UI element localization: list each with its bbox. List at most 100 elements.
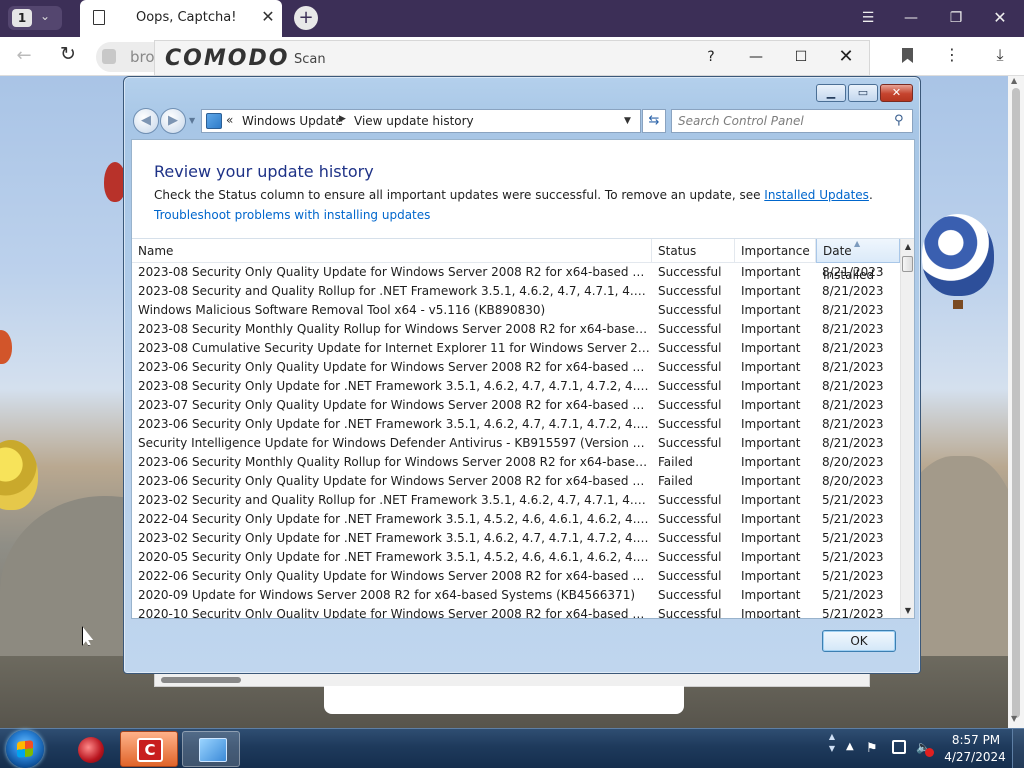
cell-name: 2020-09 Update for Windows Server 2008 R… [138, 588, 636, 602]
page-scrollbar[interactable]: ▲ ▼ [1008, 76, 1024, 728]
cell-name: 2023-02 Security Only Update for .NET Fr… [138, 531, 650, 545]
tab-counter-button[interactable]: 1 ⌄ [8, 6, 62, 30]
cell-name: Windows Malicious Software Removal Tool … [138, 303, 546, 317]
taskbar-control-panel-button[interactable] [182, 731, 240, 767]
browser-tab[interactable]: Oops, Captcha! ✕ [80, 0, 282, 37]
back-arrow-icon[interactable]: ← [12, 45, 36, 67]
breadcrumb-windows-update[interactable]: Windows Update [242, 114, 343, 128]
table-row[interactable]: 2023-06 Security Monthly Quality Rollup … [132, 453, 900, 472]
scroll-up-icon[interactable]: ▲ [901, 239, 914, 255]
search-icon[interactable]: ⚲ [894, 113, 910, 129]
comodo-icon: C [137, 738, 163, 762]
bookmark-icon[interactable] [902, 48, 913, 63]
table-row[interactable]: 2020-10 Security Only Quality Update for… [132, 605, 900, 618]
table-row[interactable]: Security Intelligence Update for Windows… [132, 434, 900, 453]
taskbar-scroll-arrows[interactable]: ▲ ▼ [826, 731, 838, 767]
table-row[interactable]: 2022-04 Security Only Update for .NET Fr… [132, 510, 900, 529]
cell-status: Successful [658, 531, 722, 545]
table-row[interactable]: 2023-06 Security Only Update for .NET Fr… [132, 415, 900, 434]
dialog-maximize-button[interactable]: ▭ [848, 84, 878, 102]
maximize-icon[interactable]: ☐ [788, 46, 814, 68]
search-box[interactable]: ⚲ [671, 109, 913, 133]
table-row[interactable]: Windows Malicious Software Removal Tool … [132, 301, 900, 320]
page-icon [93, 10, 105, 25]
breadcrumb[interactable]: « Windows Update ▶ View update history ▼ [201, 109, 641, 133]
browser-tab-bar: 1 ⌄ Oops, Captcha! ✕ + ☰ — ❐ ✕ [0, 0, 1024, 37]
reload-icon[interactable]: ↻ [56, 43, 80, 67]
column-header-status[interactable]: Status [652, 239, 735, 263]
cell-name: 2022-04 Security Only Update for .NET Fr… [138, 512, 650, 526]
show-desktop-button[interactable] [1012, 729, 1024, 768]
breadcrumb-overflow[interactable]: « [226, 113, 233, 127]
cell-status: Successful [658, 265, 722, 279]
horizontal-scrollbar[interactable] [161, 677, 241, 683]
dialog-minimize-button[interactable]: ▁ [816, 84, 846, 102]
table-scrollbar[interactable]: ▲ ▼ [900, 239, 914, 618]
address-text: bro [130, 48, 155, 66]
table-row[interactable]: 2023-08 Security and Quality Rollup for … [132, 282, 900, 301]
table-row[interactable]: 2023-07 Security Only Quality Update for… [132, 396, 900, 415]
cell-name: 2023-08 Security Monthly Quality Rollup … [138, 322, 650, 336]
ok-button[interactable]: OK [822, 630, 896, 652]
nav-forward-button[interactable]: ▶ [160, 108, 186, 134]
breadcrumb-view-update-history[interactable]: View update history [354, 114, 474, 128]
show-hidden-icons-icon[interactable]: ▲ [846, 741, 854, 752]
breadcrumb-arrow-icon[interactable]: ▶ [339, 114, 346, 124]
dialog-close-button[interactable]: ✕ [880, 84, 913, 102]
download-icon[interactable]: ⤓ [990, 45, 1010, 65]
close-icon[interactable]: ✕ [833, 46, 859, 68]
table-row[interactable]: 2023-08 Security Monthly Quality Rollup … [132, 320, 900, 339]
cell-importance: Important [741, 569, 801, 583]
column-header-name[interactable]: Name [132, 239, 652, 263]
chevron-down-icon[interactable]: ▼ [624, 116, 631, 126]
scroll-down-icon[interactable]: ▼ [1011, 714, 1017, 723]
cell-status: Successful [658, 493, 722, 507]
close-icon[interactable]: ✕ [985, 7, 1015, 29]
refresh-button[interactable]: ⇆ [642, 109, 666, 133]
scroll-down-icon[interactable]: ▼ [901, 603, 914, 618]
chevron-down-icon[interactable]: ▼ [189, 116, 195, 125]
address-bar[interactable]: bro [96, 42, 158, 72]
hamburger-icon[interactable]: ☰ [853, 7, 883, 29]
control-panel-icon [206, 113, 222, 129]
restore-icon[interactable]: ❐ [941, 7, 971, 29]
cell-status: Failed [658, 474, 693, 488]
column-header-date-installed[interactable]: Date Installed ▲ [816, 239, 900, 282]
table-row[interactable]: 2020-05 Security Only Update for .NET Fr… [132, 548, 900, 567]
taskbar-app-button[interactable] [62, 731, 120, 767]
taskbar-comodo-button[interactable]: C [120, 731, 178, 767]
network-icon[interactable] [892, 740, 906, 754]
table-row[interactable]: 2023-06 Security Only Quality Update for… [132, 358, 900, 377]
column-header-importance[interactable]: Importance [735, 239, 816, 263]
cell-importance: Important [741, 455, 801, 469]
installed-updates-link[interactable]: Installed Updates [764, 188, 869, 202]
clock-time[interactable]: 8:57 PM [948, 733, 1004, 747]
table-row[interactable]: 2023-02 Security Only Update for .NET Fr… [132, 529, 900, 548]
nav-back-button[interactable]: ◀ [133, 108, 159, 134]
table-row[interactable]: 2023-08 Cumulative Security Update for I… [132, 339, 900, 358]
table-row[interactable]: 2022-06 Security Only Quality Update for… [132, 567, 900, 586]
clock-date[interactable]: 4/27/2024 [944, 750, 1006, 764]
comodo-window-bottom [154, 673, 870, 687]
table-row[interactable]: 2020-09 Update for Windows Server 2008 R… [132, 586, 900, 605]
cell-date: 5/21/2023 [822, 512, 884, 526]
cell-name: 2023-08 Security Only Quality Update for… [138, 265, 650, 279]
scrollbar-thumb[interactable] [1012, 88, 1020, 718]
action-center-flag-icon[interactable]: ⚑ [866, 741, 880, 756]
scroll-up-icon[interactable]: ▲ [1011, 76, 1017, 85]
new-tab-button[interactable]: + [294, 6, 318, 30]
kebab-menu-icon[interactable]: ⋮ [942, 45, 962, 64]
minimize-icon[interactable]: — [896, 7, 926, 29]
tab-close-icon[interactable]: ✕ [258, 7, 278, 27]
minimize-icon[interactable]: — [743, 46, 769, 68]
help-icon[interactable]: ? [698, 46, 724, 68]
search-input[interactable] [678, 114, 888, 128]
scrollbar-thumb[interactable] [902, 256, 913, 272]
table-row[interactable]: 2023-08 Security Only Update for .NET Fr… [132, 377, 900, 396]
table-row[interactable]: 2023-02 Security and Quality Rollup for … [132, 491, 900, 510]
table-row[interactable]: 2023-06 Security Only Quality Update for… [132, 472, 900, 491]
cell-date: 8/21/2023 [822, 284, 884, 298]
start-button[interactable] [6, 730, 44, 768]
troubleshoot-link[interactable]: Troubleshoot problems with installing up… [154, 208, 430, 222]
table-row[interactable]: 2023-08 Security Only Quality Update for… [132, 263, 900, 282]
